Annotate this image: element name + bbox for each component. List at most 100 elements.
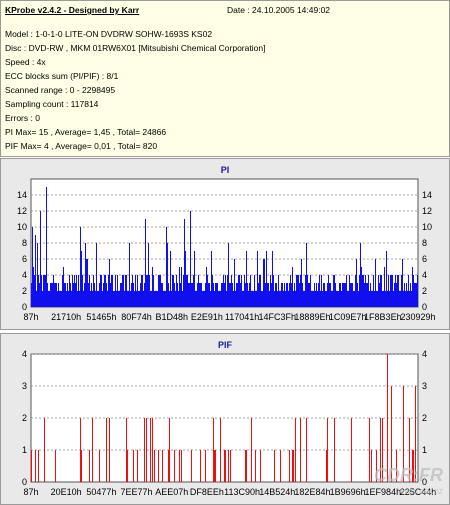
bar bbox=[322, 291, 323, 307]
bar bbox=[57, 291, 58, 307]
bar bbox=[391, 275, 392, 307]
bar bbox=[128, 291, 129, 307]
bar bbox=[35, 235, 36, 307]
bar bbox=[74, 275, 75, 307]
bar bbox=[154, 450, 155, 482]
bar bbox=[245, 450, 246, 482]
bar bbox=[330, 283, 331, 307]
bar bbox=[105, 275, 106, 307]
bar bbox=[365, 275, 366, 307]
bar bbox=[209, 283, 210, 307]
bar bbox=[238, 275, 239, 307]
bar bbox=[362, 275, 363, 307]
bar bbox=[292, 267, 293, 307]
y-tick-label-left: 4 bbox=[22, 349, 27, 359]
bar bbox=[174, 450, 175, 482]
bar bbox=[185, 251, 186, 307]
y-tick-label-right: 2 bbox=[422, 286, 427, 296]
bar bbox=[410, 283, 411, 307]
bar bbox=[354, 291, 355, 307]
bar bbox=[279, 291, 280, 307]
bar bbox=[36, 291, 37, 307]
bar bbox=[174, 283, 175, 307]
bar bbox=[294, 283, 295, 307]
bar bbox=[280, 450, 281, 482]
bar bbox=[363, 275, 364, 307]
bar bbox=[303, 291, 304, 307]
bar bbox=[308, 283, 309, 307]
bar bbox=[155, 291, 156, 307]
bar bbox=[370, 283, 371, 307]
bar bbox=[120, 283, 121, 307]
y-tick-label-right: 12 bbox=[422, 206, 432, 216]
bar bbox=[193, 275, 194, 307]
bar bbox=[339, 283, 340, 307]
bar bbox=[338, 291, 339, 307]
bar bbox=[204, 291, 205, 307]
bar bbox=[182, 291, 183, 307]
bar bbox=[188, 283, 189, 307]
bar bbox=[296, 275, 297, 307]
bar bbox=[299, 283, 300, 307]
bar bbox=[200, 450, 201, 482]
bar bbox=[106, 283, 107, 307]
bar bbox=[347, 291, 348, 307]
bar bbox=[326, 450, 327, 482]
bar bbox=[337, 291, 338, 307]
bar bbox=[199, 283, 200, 307]
bar bbox=[35, 450, 36, 482]
bar bbox=[158, 275, 159, 307]
bar bbox=[71, 291, 72, 307]
bar bbox=[267, 283, 268, 307]
bar bbox=[229, 283, 230, 307]
bar bbox=[152, 418, 153, 482]
bar bbox=[170, 251, 171, 307]
bar bbox=[243, 291, 244, 307]
y-tick-label-left: 12 bbox=[17, 206, 27, 216]
bar bbox=[381, 275, 382, 307]
bar bbox=[137, 275, 138, 307]
bar bbox=[218, 291, 219, 307]
bar bbox=[366, 283, 367, 307]
bar bbox=[69, 275, 70, 307]
bar bbox=[332, 291, 333, 307]
bar bbox=[178, 291, 179, 307]
bar bbox=[312, 291, 313, 307]
bar bbox=[345, 283, 346, 307]
bar bbox=[266, 251, 267, 307]
bar bbox=[147, 275, 148, 307]
bar bbox=[416, 283, 417, 307]
bar bbox=[52, 283, 53, 307]
bar bbox=[377, 291, 378, 307]
bar bbox=[54, 283, 55, 307]
bar bbox=[352, 283, 353, 307]
bar bbox=[364, 283, 365, 307]
bar bbox=[325, 291, 326, 307]
bar bbox=[187, 275, 188, 307]
bar bbox=[415, 283, 416, 307]
bar bbox=[334, 275, 335, 307]
bar bbox=[272, 251, 273, 307]
info-speed: Speed : 4x bbox=[5, 57, 46, 67]
bar bbox=[102, 291, 103, 307]
bar bbox=[197, 283, 198, 307]
bar bbox=[230, 450, 231, 482]
bar bbox=[78, 275, 79, 307]
bar bbox=[289, 283, 290, 307]
bar bbox=[171, 291, 172, 307]
x-tick-label: AEE07h bbox=[155, 487, 188, 497]
bar bbox=[215, 450, 216, 482]
bar bbox=[368, 275, 369, 307]
bar bbox=[180, 283, 181, 307]
bar bbox=[143, 291, 144, 307]
bar bbox=[246, 251, 247, 307]
bar bbox=[168, 283, 169, 307]
bar bbox=[254, 275, 255, 307]
bar bbox=[255, 291, 256, 307]
y-tick-label-right: 1 bbox=[422, 445, 427, 455]
bar bbox=[327, 283, 328, 307]
bar bbox=[246, 450, 247, 482]
x-tick-label: 14B524h bbox=[259, 487, 295, 497]
bar bbox=[399, 291, 400, 307]
bar bbox=[100, 275, 101, 307]
